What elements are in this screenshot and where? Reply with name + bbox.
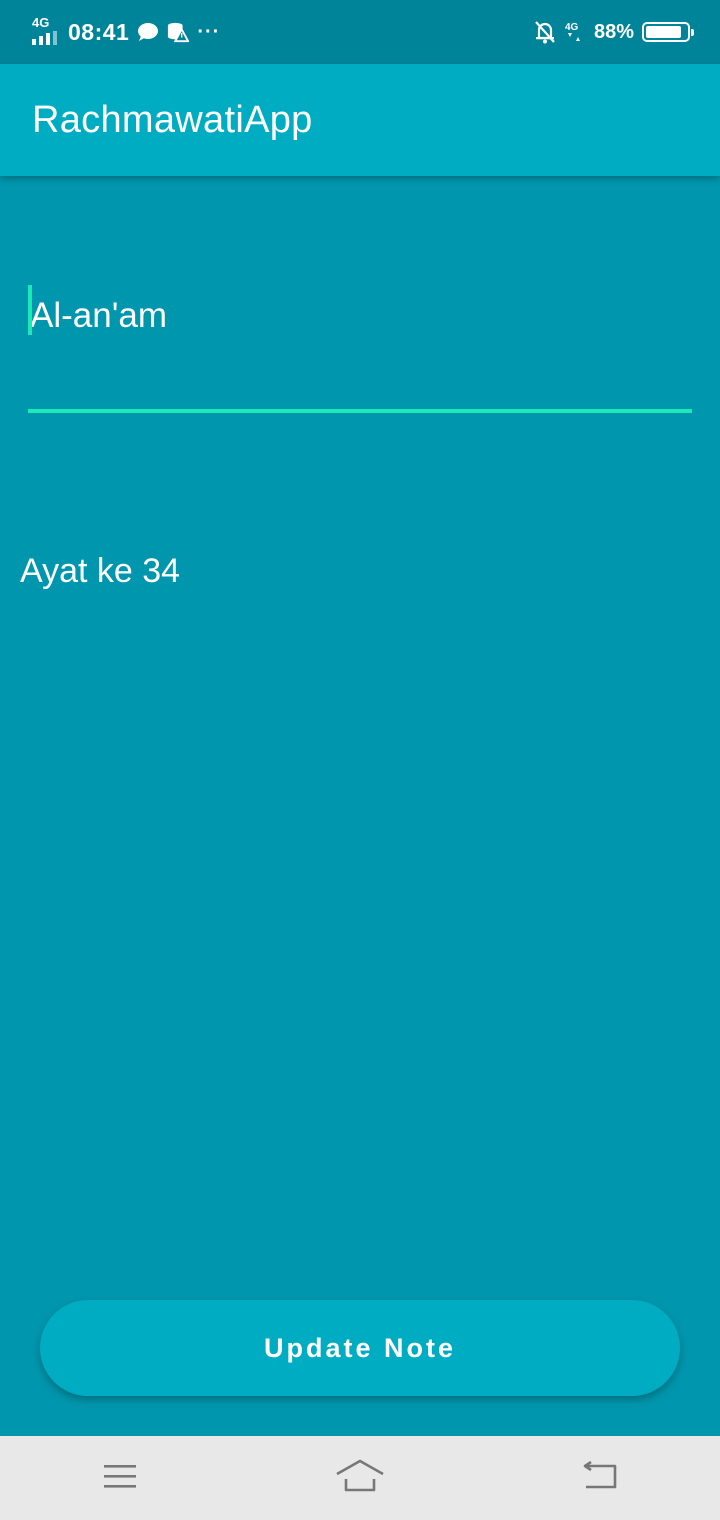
navigation-bar: [0, 1436, 720, 1520]
menu-icon: [102, 1462, 138, 1495]
status-time: 08:41: [68, 18, 130, 45]
data-4g-icon: 4G: [564, 21, 586, 43]
note-title-input[interactable]: [28, 286, 692, 346]
status-right: 4G 88%: [534, 20, 694, 44]
menu-button[interactable]: [90, 1448, 150, 1508]
back-icon: [581, 1460, 619, 1496]
note-title-field: [28, 270, 692, 414]
battery-fill: [646, 26, 682, 38]
svg-text:4G: 4G: [565, 22, 579, 33]
app-title: RachmawatiApp: [32, 98, 313, 141]
status-bar: 4G 08:41 ··· 4G 88%: [0, 0, 720, 64]
bell-off-icon: [534, 21, 556, 44]
signal-icon: 4G: [30, 15, 60, 47]
app-bar: RachmawatiApp: [0, 64, 720, 176]
text-cursor: [28, 285, 32, 335]
message-icon: [137, 21, 159, 43]
home-button[interactable]: [330, 1448, 390, 1508]
more-notifications-icon: ···: [197, 20, 221, 43]
input-underline: [28, 409, 692, 413]
status-left: 4G 08:41 ···: [30, 15, 221, 47]
update-note-button[interactable]: Update Note: [40, 1300, 680, 1396]
storage-warning-icon: [167, 21, 190, 43]
back-button[interactable]: [570, 1448, 630, 1508]
battery-percent: 88%: [593, 20, 634, 43]
note-description[interactable]: Ayat ke 34: [20, 552, 180, 591]
network-type-label: 4G: [32, 15, 50, 30]
battery-icon: [642, 22, 694, 42]
home-icon: [335, 1458, 385, 1499]
